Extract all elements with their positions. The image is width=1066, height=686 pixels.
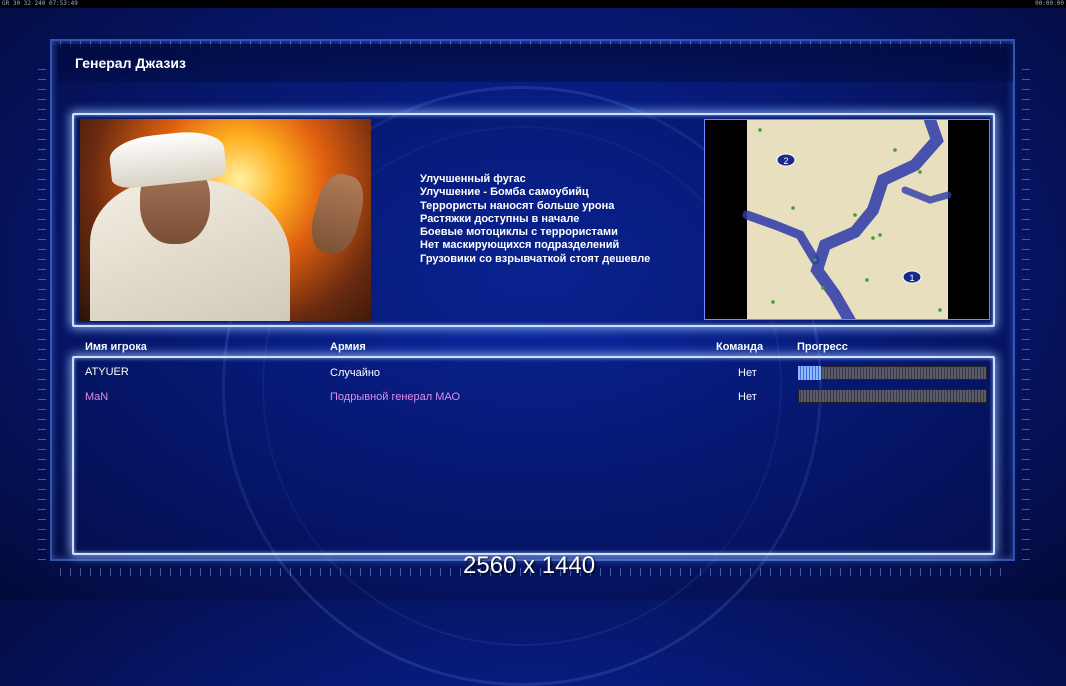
- start-position-1: 1: [902, 270, 922, 284]
- player-army[interactable]: Случайно: [330, 367, 380, 379]
- start-position-label: 2: [783, 156, 788, 166]
- bonus-item: Нет маскирующихся подразделений: [420, 239, 620, 252]
- status-right: 00:00:00: [1035, 0, 1064, 7]
- ruler-right: [1022, 60, 1030, 560]
- start-position-2: 2: [776, 153, 796, 167]
- header-army: Армия: [330, 341, 366, 353]
- map-preview: 2 1: [704, 119, 990, 320]
- ruler-left: [38, 60, 46, 560]
- bonus-item: Боевые мотоциклы с террористами: [420, 226, 618, 239]
- status-bar: GR 30 32 240 07:53:49 00:00:00: [0, 0, 1066, 8]
- general-bonus-list: Улучшенный фугас Улучшение - Бомба самоу…: [420, 173, 650, 266]
- general-portrait: [80, 119, 371, 321]
- player-progress-bar: [798, 389, 987, 403]
- bonus-item: Растяжки доступны в начале: [420, 212, 580, 225]
- status-left: GR 30 32 240 07:53:49: [2, 0, 78, 7]
- header-progress: Прогресс: [797, 341, 848, 353]
- header-player-name: Имя игрока: [85, 341, 147, 353]
- player-name: MaN: [85, 391, 109, 403]
- progress-fill: [798, 366, 821, 380]
- portrait-hand: [305, 169, 370, 259]
- header-team: Команда: [716, 341, 764, 353]
- title-bar: [58, 44, 1013, 82]
- resolution-watermark: 2560 x 1440: [463, 552, 596, 579]
- player-team[interactable]: Нет: [738, 367, 757, 379]
- players-panel: [72, 356, 995, 555]
- player-army[interactable]: Подрывной генерал МАО: [330, 391, 460, 403]
- bonus-item: Улучшение - Бомба самоубийц: [420, 186, 589, 199]
- bonus-item: Грузовики со взрывчаткой стоят дешевле: [420, 252, 651, 265]
- start-position-label: 1: [909, 273, 914, 283]
- map-canvas: 2 1: [742, 120, 952, 319]
- bonus-item: Террористы наносят больше урона: [420, 199, 615, 212]
- player-progress-bar: [798, 366, 987, 380]
- map-terrain: [747, 120, 948, 319]
- player-name: ATYUER: [85, 366, 129, 378]
- player-team[interactable]: Нет: [738, 391, 757, 403]
- general-title: Генерал Джазиз: [75, 55, 186, 71]
- bonus-item: Улучшенный фугас: [420, 173, 526, 185]
